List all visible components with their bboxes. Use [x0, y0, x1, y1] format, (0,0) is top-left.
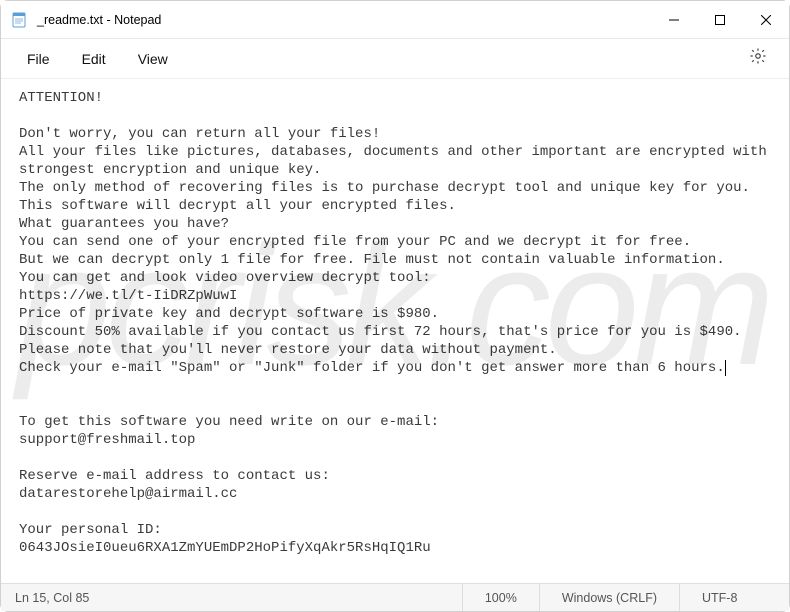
menu-file[interactable]: File — [15, 45, 62, 73]
text-line: ATTENTION! — [19, 90, 103, 106]
text-line: This software will decrypt all your encr… — [19, 198, 456, 214]
text-line: To get this software you need write on o… — [19, 414, 439, 430]
menu-view[interactable]: View — [126, 45, 180, 73]
text-line: strongest encryption and unique key. — [19, 162, 321, 178]
text-line: datarestorehelp@airmail.cc — [19, 486, 237, 502]
text-line: Your personal ID: — [19, 522, 162, 538]
window-title: _readme.txt - Notepad — [37, 13, 651, 27]
text-line: Reserve e-mail address to contact us: — [19, 468, 330, 484]
maximize-button[interactable] — [697, 1, 743, 38]
status-eol: Windows (CRLF) — [539, 584, 679, 611]
text-line: Please note that you'll never restore yo… — [19, 342, 557, 358]
close-button[interactable] — [743, 1, 789, 38]
text-area[interactable]: ATTENTION! Don't worry, you can return a… — [1, 79, 789, 583]
text-line: What guarantees you have? — [19, 216, 229, 232]
text-line: All your files like pictures, databases,… — [19, 144, 767, 160]
notepad-icon — [11, 12, 27, 28]
status-position: Ln 15, Col 85 — [1, 584, 111, 611]
text-line: The only method of recovering files is t… — [19, 180, 750, 196]
text-line: 0643JOsieI0ueu6RXA1ZmYUEmDP2HoPifyXqAkr5… — [19, 540, 431, 556]
window-controls — [651, 1, 789, 38]
status-zoom: 100% — [462, 584, 539, 611]
text-line: Discount 50% available if you contact us… — [19, 324, 742, 340]
text-line: Check your e-mail "Spam" or "Junk" folde… — [19, 360, 726, 376]
menu-edit[interactable]: Edit — [70, 45, 118, 73]
text-line: You can send one of your encrypted file … — [19, 234, 691, 250]
menubar: File Edit View — [1, 39, 789, 79]
titlebar: _readme.txt - Notepad — [1, 1, 789, 39]
settings-button[interactable] — [741, 41, 775, 76]
text-line: https://we.tl/t-IiDRZpWuwI — [19, 288, 237, 304]
status-encoding: UTF-8 — [679, 584, 789, 611]
statusbar: Ln 15, Col 85 100% Windows (CRLF) UTF-8 — [1, 583, 789, 611]
text-line: Don't worry, you can return all your fil… — [19, 126, 380, 142]
text-line: Price of private key and decrypt softwar… — [19, 306, 439, 322]
minimize-button[interactable] — [651, 1, 697, 38]
text-line: You can get and look video overview decr… — [19, 270, 431, 286]
text-line: support@freshmail.top — [19, 432, 195, 448]
text-line: But we can decrypt only 1 file for free.… — [19, 252, 725, 268]
